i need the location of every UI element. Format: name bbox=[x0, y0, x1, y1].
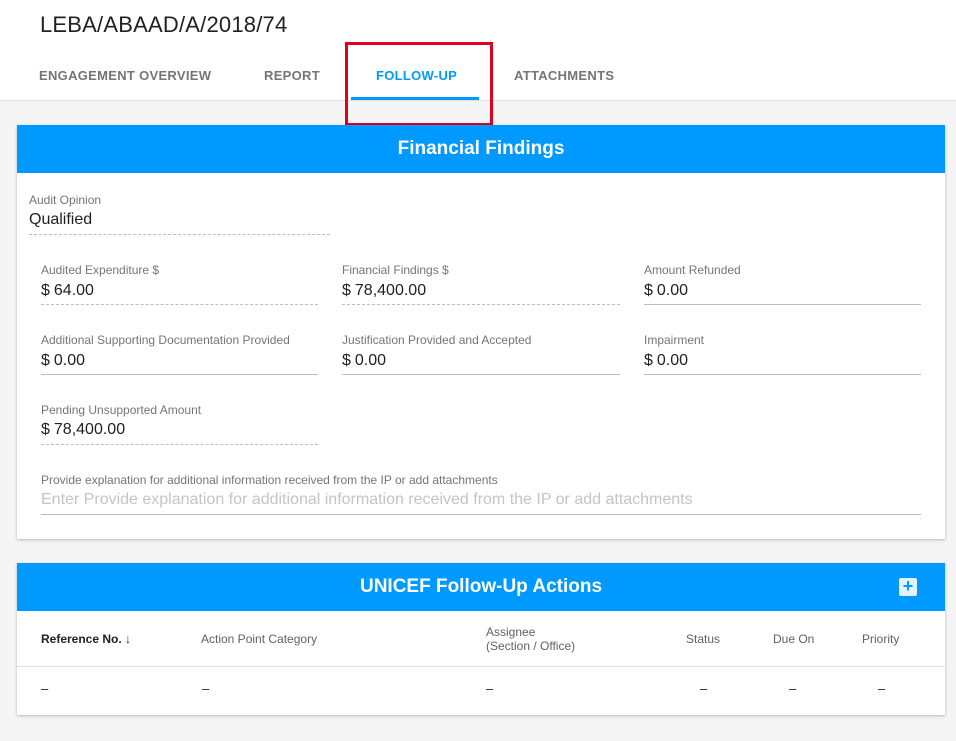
financial-findings-field: $78,400.00 bbox=[342, 282, 426, 300]
financial-findings-card: Financial Findings Audit Opinion Qualifi… bbox=[17, 125, 945, 539]
explanation-input[interactable]: Enter Provide explanation for additional… bbox=[41, 491, 693, 509]
impairment-label: Impairment bbox=[644, 333, 705, 347]
impairment-value: 0.00 bbox=[656, 352, 689, 369]
highlight-annotation bbox=[345, 42, 493, 126]
column-header-reference[interactable]: Reference No. ↓ bbox=[41, 632, 131, 646]
amount-refunded-field[interactable]: $0.00 bbox=[644, 282, 688, 300]
amount-refunded-label: Amount Refunded bbox=[644, 263, 741, 277]
sort-arrow-icon: ↓ bbox=[125, 632, 132, 646]
additional-docs-value: 0.00 bbox=[53, 352, 86, 369]
cell-priority: – bbox=[878, 681, 886, 696]
tab-attachments[interactable]: ATTACHMENTS bbox=[514, 68, 614, 83]
currency-symbol: $ bbox=[644, 282, 653, 299]
column-header-status: Status bbox=[686, 632, 721, 646]
currency-symbol: $ bbox=[41, 352, 50, 369]
assignee-header-line2: (Section / Office) bbox=[486, 639, 576, 653]
pending-unsupported-underline bbox=[41, 444, 318, 445]
currency-symbol: $ bbox=[342, 282, 351, 299]
pending-unsupported-field: $78,400.00 bbox=[41, 421, 125, 439]
additional-docs-label: Additional Supporting Documentation Prov… bbox=[41, 333, 290, 347]
follow-up-actions-title: UNICEF Follow-Up Actions bbox=[359, 576, 603, 597]
impairment-field[interactable]: $0.00 bbox=[644, 352, 688, 370]
justification-field[interactable]: $0.00 bbox=[342, 352, 386, 370]
plus-icon: + bbox=[902, 576, 914, 596]
add-action-button[interactable]: + bbox=[899, 576, 917, 596]
tab-engagement-overview[interactable]: ENGAGEMENT OVERVIEW bbox=[39, 68, 211, 83]
audited-expenditure-label: Audited Expenditure $ bbox=[41, 263, 160, 277]
impairment-underline bbox=[644, 374, 921, 375]
column-header-category: Action Point Category bbox=[201, 632, 318, 646]
cell-assignee: – bbox=[486, 681, 494, 696]
assignee-header-line1: Assignee bbox=[486, 625, 536, 639]
financial-findings-title: Financial Findings bbox=[17, 125, 945, 173]
amount-refunded-value: 0.00 bbox=[656, 282, 689, 299]
cell-category: – bbox=[202, 681, 210, 696]
additional-docs-underline bbox=[41, 374, 318, 375]
amount-refunded-underline bbox=[644, 304, 921, 305]
audit-opinion-label: Audit Opinion bbox=[29, 193, 102, 207]
column-header-priority: Priority bbox=[862, 632, 900, 646]
financial-findings-value: 78,400.00 bbox=[354, 282, 427, 299]
currency-symbol: $ bbox=[644, 352, 653, 369]
currency-symbol: $ bbox=[41, 282, 50, 299]
justification-value: 0.00 bbox=[354, 352, 387, 369]
additional-docs-field[interactable]: $0.00 bbox=[41, 352, 85, 370]
reference-header-label: Reference No. bbox=[41, 632, 122, 646]
currency-symbol: $ bbox=[41, 421, 50, 438]
column-header-assignee: Assignee (Section / Office) bbox=[486, 625, 575, 653]
pending-unsupported-value: 78,400.00 bbox=[53, 421, 126, 438]
financial-findings-underline bbox=[342, 304, 620, 305]
cell-reference: – bbox=[41, 681, 49, 696]
justification-label: Justification Provided and Accepted bbox=[342, 333, 532, 347]
audit-opinion-underline bbox=[29, 234, 330, 235]
table-header-divider bbox=[17, 666, 945, 667]
cell-status: – bbox=[700, 681, 708, 696]
column-header-due-on: Due On bbox=[773, 632, 815, 646]
pending-unsupported-label: Pending Unsupported Amount bbox=[41, 403, 202, 417]
follow-up-actions-card: UNICEF Follow-Up Actions + Reference No.… bbox=[17, 563, 945, 715]
audit-opinion-value: Qualified bbox=[29, 211, 93, 228]
follow-up-actions-header: UNICEF Follow-Up Actions + bbox=[17, 563, 945, 611]
audited-expenditure-value: 64.00 bbox=[53, 282, 94, 299]
currency-symbol: $ bbox=[342, 352, 351, 369]
financial-findings-label: Financial Findings $ bbox=[342, 263, 449, 277]
explanation-label: Provide explanation for additional infor… bbox=[41, 473, 498, 487]
audited-expenditure-underline bbox=[41, 304, 318, 305]
audited-expenditure-field: $64.00 bbox=[41, 282, 94, 300]
justification-underline bbox=[342, 374, 620, 375]
page-title: LEBA/ABAAD/A/2018/74 bbox=[40, 12, 288, 37]
cell-due-on: – bbox=[789, 681, 797, 696]
tab-report[interactable]: REPORT bbox=[264, 68, 320, 83]
explanation-underline bbox=[41, 514, 921, 515]
